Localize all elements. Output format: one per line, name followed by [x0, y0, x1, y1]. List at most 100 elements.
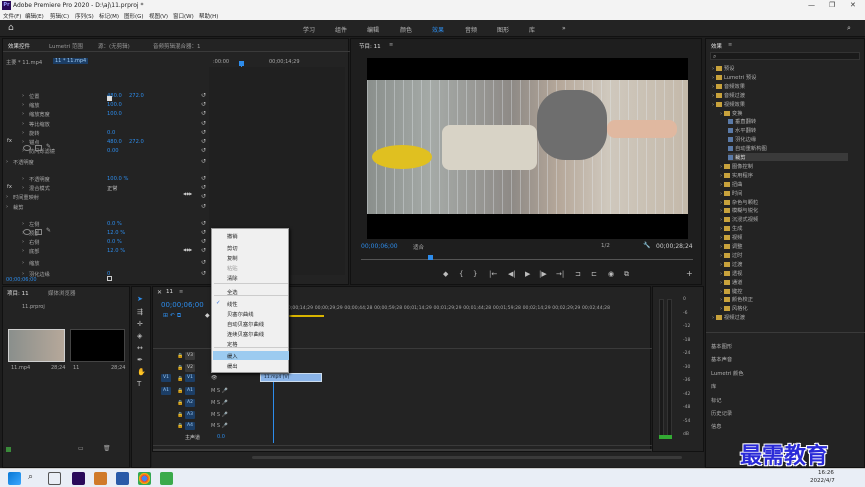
lock-icon[interactable]: 🔒 [177, 400, 183, 406]
home-icon[interactable]: ⌂ [8, 23, 14, 33]
crop-rect-mask-icon[interactable] [35, 229, 42, 235]
ripple-edit-icon[interactable]: ✛ [137, 320, 143, 328]
program-playhead[interactable] [428, 255, 433, 260]
mark-out-icon[interactable]: } [473, 270, 477, 278]
mute-solo-a2[interactable]: M S 🎤 [211, 400, 228, 406]
context-menu-item[interactable]: 剪切 [227, 244, 238, 252]
eye-icon[interactable]: 👁 [211, 375, 217, 381]
hand-tool-icon[interactable]: ✋ [137, 368, 146, 376]
ec-timecode[interactable]: 00;00;06;00 [6, 277, 37, 283]
expand-chevron-icon[interactable]: › [22, 121, 24, 127]
effect-folder[interactable]: › 过时 [720, 251, 742, 259]
ec-row-value[interactable]: 正常 [107, 185, 117, 192]
workspace-learn[interactable]: 学习 [303, 25, 315, 34]
tab-lumetri-scopes[interactable]: Lumetri 范围 [49, 42, 83, 50]
effect-item[interactable]: 裁剪 [728, 153, 848, 161]
track-v3[interactable]: V3 [185, 352, 195, 360]
timeline-scrollbar[interactable] [153, 449, 652, 451]
wrench-icon[interactable]: 🔧 [643, 242, 650, 249]
effect-folder[interactable]: › 透视 [720, 269, 742, 277]
minimize-icon[interactable]: — [808, 1, 815, 9]
ec-row-value[interactable]: 12.0 % [107, 230, 125, 236]
delete-icon[interactable]: 🗑 [103, 445, 111, 452]
context-menu-item[interactable]: 连续贝塞尔曲线 [227, 330, 264, 338]
close-sequence-icon[interactable]: ✕ [157, 289, 162, 296]
workspace-audio[interactable]: 音频 [465, 25, 477, 34]
expand-chevron-icon[interactable]: › [22, 239, 24, 245]
step-back-icon[interactable]: ◀| [508, 270, 516, 278]
word-taskbar-icon[interactable] [116, 472, 129, 485]
menu-marker[interactable]: 标记(M) [99, 12, 119, 20]
tab-media-browser[interactable]: 媒体浏览器 [48, 289, 76, 297]
effect-folder[interactable]: › 视频 [720, 233, 742, 241]
effect-folder[interactable]: › 时间 [720, 189, 742, 197]
lock-icon[interactable]: 🔒 [177, 388, 183, 394]
selection-tool-icon[interactable]: ➤ [137, 295, 143, 303]
nest-icon[interactable]: ⊞ ↶ ⧉ [163, 312, 181, 320]
insert-icon[interactable]: ⊐ [575, 270, 581, 278]
crop-ellipse-mask-icon[interactable] [23, 229, 31, 235]
panel-tab[interactable]: 基本声音 [711, 355, 732, 363]
effect-item[interactable]: 水平翻转 [728, 126, 756, 134]
reset-parameter-icon[interactable]: ↺ [201, 229, 206, 236]
effect-folder[interactable]: › 调整 [720, 242, 742, 250]
expand-chevron-icon[interactable]: › [22, 111, 24, 117]
effect-folder[interactable]: › 沉浸式视频 [720, 215, 758, 223]
expand-chevron-icon[interactable]: › [6, 194, 8, 200]
reset-parameter-icon[interactable]: ↺ [201, 147, 206, 154]
marker-icon[interactable]: ◆ [443, 270, 448, 278]
track-v2[interactable]: V2 [185, 364, 195, 372]
chrome-taskbar-icon[interactable] [138, 472, 151, 485]
program-scrubber[interactable] [361, 259, 693, 260]
effect-folder[interactable]: › Lumetri 预设 [712, 73, 756, 81]
reset-parameter-icon[interactable]: ↺ [201, 203, 206, 210]
ec-row-value[interactable]: 480.0 [107, 139, 122, 145]
context-menu-item[interactable]: 撤销 [227, 232, 238, 240]
lock-icon[interactable]: 🔒 [177, 423, 183, 429]
zoom-checkbox[interactable] [107, 276, 112, 281]
task-view-icon[interactable] [48, 472, 61, 485]
pen-tool-icon[interactable]: ✒ [137, 356, 143, 364]
reset-parameter-icon[interactable]: ↺ [201, 129, 206, 136]
context-menu-item[interactable]: 粘贴 [227, 264, 238, 272]
thumb-video[interactable] [8, 329, 65, 362]
list-view-icon[interactable] [6, 447, 11, 452]
panel-tab[interactable]: 标记 [711, 396, 722, 404]
timeline-menu-icon[interactable]: ≡ [179, 289, 183, 295]
reset-parameter-icon[interactable]: ↺ [201, 92, 206, 99]
uniform-scale-checkbox[interactable] [107, 96, 112, 101]
new-item-icon[interactable]: ▭ [78, 445, 84, 452]
ec-row-value[interactable]: 12.0 % [107, 248, 125, 254]
menu-view[interactable]: 视图(V) [149, 12, 168, 20]
track-a2[interactable]: A2 [185, 399, 195, 407]
type-tool-icon[interactable]: T [137, 380, 141, 388]
track-a4[interactable]: A4 [185, 422, 195, 430]
expand-chevron-icon[interactable]: › [22, 260, 24, 266]
app-taskbar-icon[interactable] [94, 472, 107, 485]
effect-folder[interactable]: › 音频过渡 [712, 91, 745, 99]
timeline-timecode[interactable]: 00;00;06;00 [161, 301, 204, 309]
reset-parameter-icon[interactable]: ↺ [201, 238, 206, 245]
ec-row-value[interactable]: 0.0 % [107, 221, 122, 227]
context-menu-item[interactable]: 缓出 [227, 362, 238, 370]
menu-window[interactable]: 窗口(W) [173, 12, 194, 20]
reset-parameter-icon[interactable]: ↺ [201, 120, 206, 127]
track-a1[interactable]: A1 [185, 387, 195, 395]
horizontal-scrollbar[interactable] [252, 456, 682, 459]
effect-item[interactable]: 垂直翻转 [728, 117, 756, 125]
mute-solo-a3[interactable]: M S 🎤 [211, 412, 228, 418]
expand-chevron-icon[interactable]: › [22, 93, 24, 99]
panel-menu-icon[interactable]: ≡ [389, 42, 393, 48]
context-menu-item[interactable]: 全选 [227, 288, 238, 296]
workspace-effects[interactable]: 效果 [432, 25, 444, 34]
effect-folder[interactable]: › 生成 [720, 224, 742, 232]
go-to-out-icon[interactable]: →| [556, 270, 564, 278]
effect-folder[interactable]: › 键控 [720, 287, 742, 295]
context-menu-item[interactable]: 复制 [227, 254, 238, 262]
effect-folder[interactable]: › 变换 [720, 109, 742, 117]
menu-edit[interactable]: 编辑(E) [25, 12, 44, 20]
effect-folder[interactable]: › 实用程序 [720, 171, 753, 179]
crop-pen-mask-icon[interactable]: ✎ [46, 227, 51, 234]
ec-row-value-2[interactable]: 272.0 [129, 139, 144, 145]
reset-parameter-icon[interactable]: ↺ [201, 175, 206, 182]
